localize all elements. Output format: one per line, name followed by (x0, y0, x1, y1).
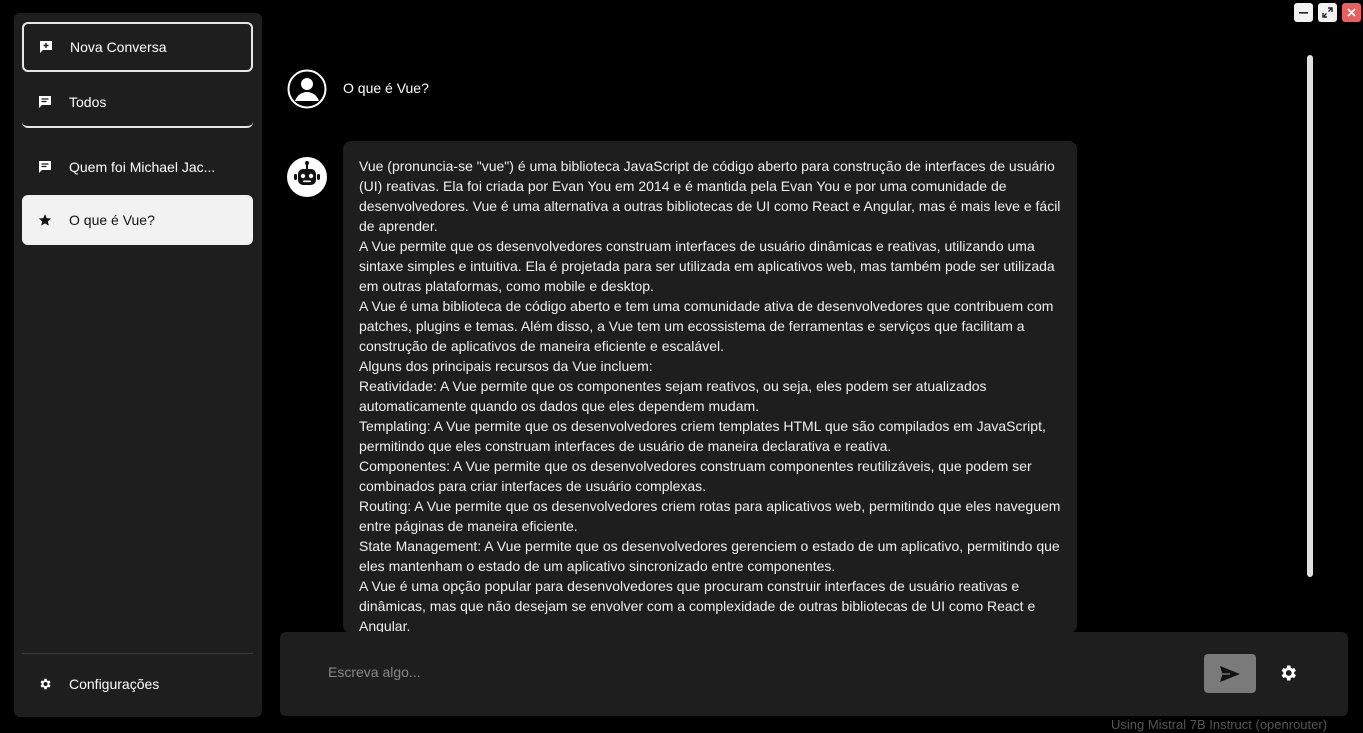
user-icon (287, 69, 327, 109)
send-button[interactable] (1204, 654, 1256, 693)
chat-settings-button[interactable] (1278, 663, 1298, 683)
assistant-paragraph: Templating: A Vue permite que os desenvo… (359, 418, 1046, 454)
assistant-paragraph: Reatividade: A Vue permite que os compon… (359, 378, 987, 414)
sidebar-item-label: Todos (69, 94, 107, 110)
maximize-icon (1322, 7, 1333, 18)
sidebar-item-label: Quem foi Michael Jac... (69, 159, 216, 175)
assistant-paragraph: A Vue é uma opção popular para desenvolv… (359, 578, 1036, 633)
message-input[interactable] (326, 659, 1150, 685)
assistant-paragraph: A Vue é uma biblioteca de código aberto … (359, 298, 1054, 354)
assistant-message: Vue (pronuncia-se "vue") é uma bibliotec… (343, 141, 1077, 633)
close-button[interactable] (1342, 3, 1361, 22)
chat-scrollbar[interactable] (1307, 55, 1313, 577)
user-message: O que é Vue? (343, 80, 429, 96)
send-icon (1220, 665, 1240, 682)
assistant-paragraph: Vue (pronuncia-se "vue") é uma bibliotec… (359, 158, 1061, 234)
star-icon (37, 212, 53, 228)
assistant-paragraph: Alguns dos principais recursos da Vue in… (359, 358, 653, 374)
sidebar: Nova Conversa Todos Quem foi Michael Jac… (14, 13, 262, 717)
sidebar-item-label: O que é Vue? (69, 212, 155, 228)
minimize-button[interactable] (1294, 3, 1313, 22)
settings-button[interactable]: Configurações (22, 659, 253, 709)
bot-avatar (287, 157, 327, 197)
new-chat-label: Nova Conversa (70, 39, 167, 55)
assistant-paragraph: Routing: A Vue permite que os desenvolve… (359, 498, 1061, 534)
sidebar-item-conversation[interactable]: Quem foi Michael Jac... (22, 142, 253, 192)
input-bar (280, 632, 1348, 716)
maximize-button[interactable] (1318, 3, 1337, 22)
robot-icon (287, 157, 327, 197)
sidebar-item-todos[interactable]: Todos (22, 78, 253, 128)
minimize-icon (1299, 12, 1308, 14)
close-icon (1347, 8, 1356, 17)
new-chat-button[interactable]: Nova Conversa (22, 22, 253, 72)
assistant-paragraph: Componentes: A Vue permite que os desenv… (359, 458, 1032, 494)
user-avatar (287, 69, 327, 109)
settings-label: Configurações (69, 676, 160, 692)
sidebar-divider (22, 653, 253, 654)
gear-icon (1281, 665, 1296, 681)
gear-icon (37, 676, 53, 692)
assistant-paragraph: A Vue permite que os desenvolvedores con… (359, 238, 1055, 294)
assistant-paragraph: State Management: A Vue permite que os d… (359, 538, 1060, 574)
new-chat-icon (38, 39, 54, 55)
model-info: Using Mistral 7B Instruct (openrouter) (1111, 717, 1328, 732)
sidebar-item-conversation-active[interactable]: O que é Vue? (22, 195, 253, 245)
chat-icon (37, 94, 53, 110)
chat-icon (37, 159, 53, 175)
